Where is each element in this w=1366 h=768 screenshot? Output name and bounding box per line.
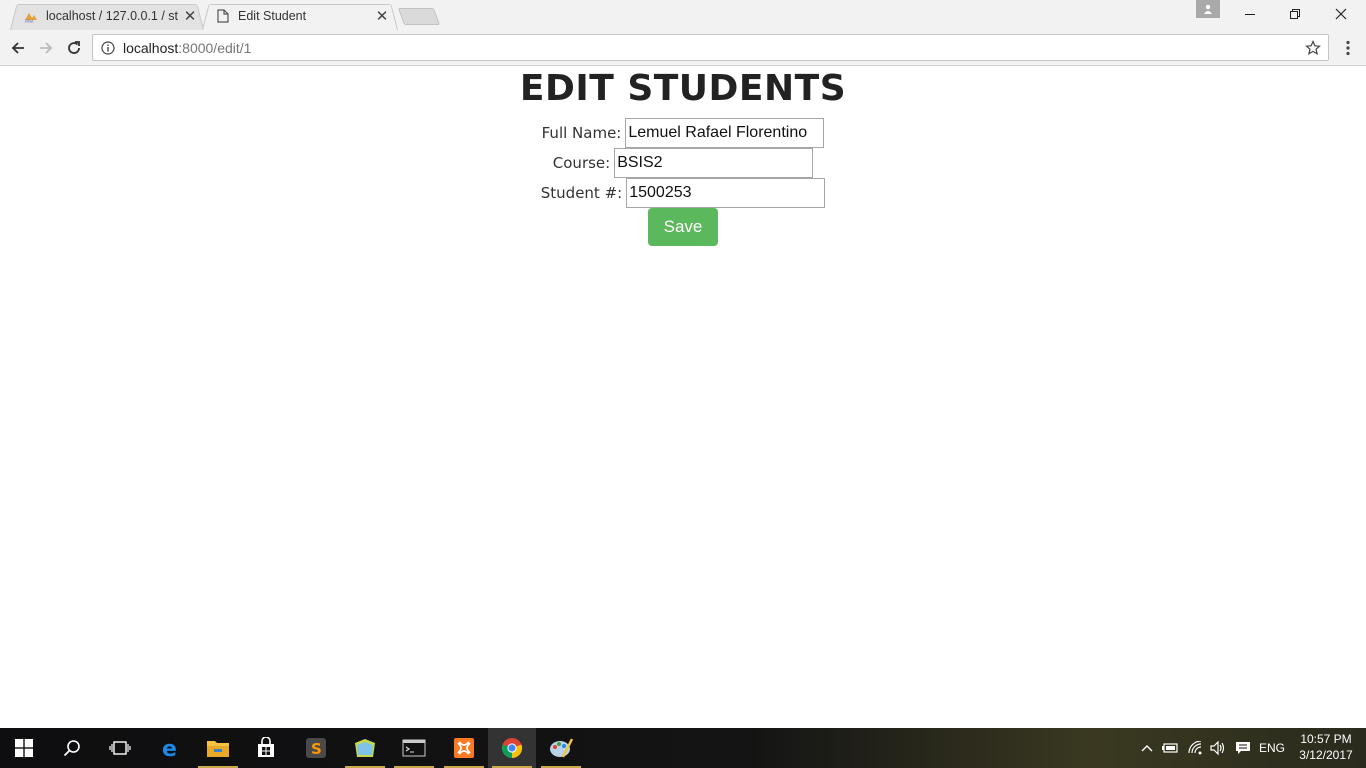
full-name-row: Full Name: xyxy=(0,118,1366,148)
back-button[interactable] xyxy=(5,35,31,61)
search-button[interactable] xyxy=(48,728,96,768)
minimize-icon xyxy=(1244,14,1255,15)
course-input[interactable] xyxy=(614,148,814,178)
tab-edit-student[interactable]: Edit Student ✕ xyxy=(202,2,398,30)
edge-icon: e xyxy=(162,737,177,759)
battery-icon xyxy=(1162,743,1178,753)
close-window-button[interactable] xyxy=(1318,0,1363,28)
close-icon[interactable]: ✕ xyxy=(182,7,198,25)
back-arrow-icon xyxy=(11,42,24,54)
clock[interactable]: 10:57 PM 3/12/2017 xyxy=(1290,731,1362,763)
tab-strip: PMA localhost / 127.0.0.1 / stu ✕ Edit S… xyxy=(0,0,1366,30)
browser-toolbar: localhost:8000/edit/1 xyxy=(0,30,1366,66)
sublime-text-button[interactable]: S xyxy=(292,728,340,768)
svg-text:S: S xyxy=(311,740,322,758)
svg-text:PMA: PMA xyxy=(25,19,34,23)
battery-tray-button[interactable] xyxy=(1160,728,1180,768)
clock-date: 3/12/2017 xyxy=(1299,748,1353,762)
start-button[interactable] xyxy=(0,728,48,768)
network-tray-button[interactable] xyxy=(1186,728,1206,768)
volume-tray-button[interactable] xyxy=(1208,728,1228,768)
speaker-icon xyxy=(1210,741,1225,755)
taskbar: e S ENG 10:57 PM 3/12/2017 xyxy=(0,728,1366,768)
more-vertical-icon xyxy=(1346,40,1350,56)
bookmark-star-icon[interactable] xyxy=(1304,39,1322,57)
task-view-button[interactable] xyxy=(96,728,144,768)
address-bar[interactable]: localhost:8000/edit/1 xyxy=(92,34,1329,61)
minimize-button[interactable] xyxy=(1227,0,1272,28)
restore-button[interactable] xyxy=(1272,0,1317,28)
student-number-input[interactable] xyxy=(626,178,826,208)
page-title: EDIT STUDENTS xyxy=(519,68,847,109)
chrome-button[interactable] xyxy=(488,728,536,768)
tab-title: localhost / 127.0.0.1 / stu xyxy=(46,9,178,23)
forward-button[interactable] xyxy=(33,35,59,61)
show-hidden-icons-button[interactable] xyxy=(1138,728,1156,768)
reload-icon xyxy=(68,41,80,54)
xampp-button[interactable] xyxy=(440,728,488,768)
url-host: localhost xyxy=(123,39,179,56)
close-icon xyxy=(1335,8,1346,20)
terminal-button[interactable] xyxy=(390,728,438,768)
wifi-icon xyxy=(1188,741,1202,755)
page-content: EDIT STUDENTS Full Name: Course: Student… xyxy=(0,67,1366,728)
paint-icon xyxy=(550,738,573,758)
store-icon xyxy=(258,737,274,757)
paint-button[interactable] xyxy=(537,728,585,768)
language-indicator[interactable]: ENG xyxy=(1256,728,1288,768)
student-number-row: Student #: xyxy=(0,178,1366,208)
clock-time: 10:57 PM xyxy=(1300,732,1352,746)
start-icon xyxy=(15,739,33,757)
document-icon xyxy=(216,9,230,23)
chevron-up-icon xyxy=(1141,745,1153,752)
store-button[interactable] xyxy=(242,728,290,768)
reload-button[interactable] xyxy=(61,35,87,61)
tab-phpmyadmin[interactable]: PMA localhost / 127.0.0.1 / stu ✕ xyxy=(10,2,204,30)
new-tab-button[interactable] xyxy=(397,8,441,25)
restore-icon xyxy=(1289,9,1300,19)
action-center-button[interactable] xyxy=(1232,728,1254,768)
phpmyadmin-icon: PMA xyxy=(24,9,38,23)
folder-app-icon xyxy=(355,739,375,757)
url-text: localhost:8000/edit/1 xyxy=(123,40,251,56)
save-button[interactable]: Save xyxy=(648,208,718,246)
svg-text:e: e xyxy=(162,737,177,759)
chrome-icon xyxy=(501,738,523,759)
edge-button[interactable]: e xyxy=(146,728,194,768)
close-icon[interactable]: ✕ xyxy=(374,7,390,25)
file-explorer-button[interactable] xyxy=(194,728,242,768)
folder-app-button[interactable] xyxy=(341,728,389,768)
sublime-text-icon: S xyxy=(306,738,326,758)
browser-menu-button[interactable] xyxy=(1338,35,1358,61)
course-label: Course: xyxy=(552,154,611,172)
file-explorer-icon xyxy=(207,741,229,757)
student-number-label: Student #: xyxy=(540,184,623,202)
info-icon[interactable] xyxy=(93,40,123,55)
search-icon xyxy=(63,740,80,757)
xampp-icon xyxy=(454,738,474,758)
forward-arrow-icon xyxy=(40,42,53,54)
course-row: Course: xyxy=(0,148,1366,178)
terminal-icon xyxy=(402,739,426,757)
task-view-icon xyxy=(109,741,131,755)
full-name-label: Full Name: xyxy=(541,124,622,142)
full-name-input[interactable] xyxy=(625,118,825,148)
url-path: :8000/edit/1 xyxy=(178,39,252,56)
tab-title: Edit Student xyxy=(238,9,307,23)
profile-button[interactable] xyxy=(1196,0,1220,18)
person-icon xyxy=(1204,4,1212,14)
notification-icon xyxy=(1236,742,1250,754)
